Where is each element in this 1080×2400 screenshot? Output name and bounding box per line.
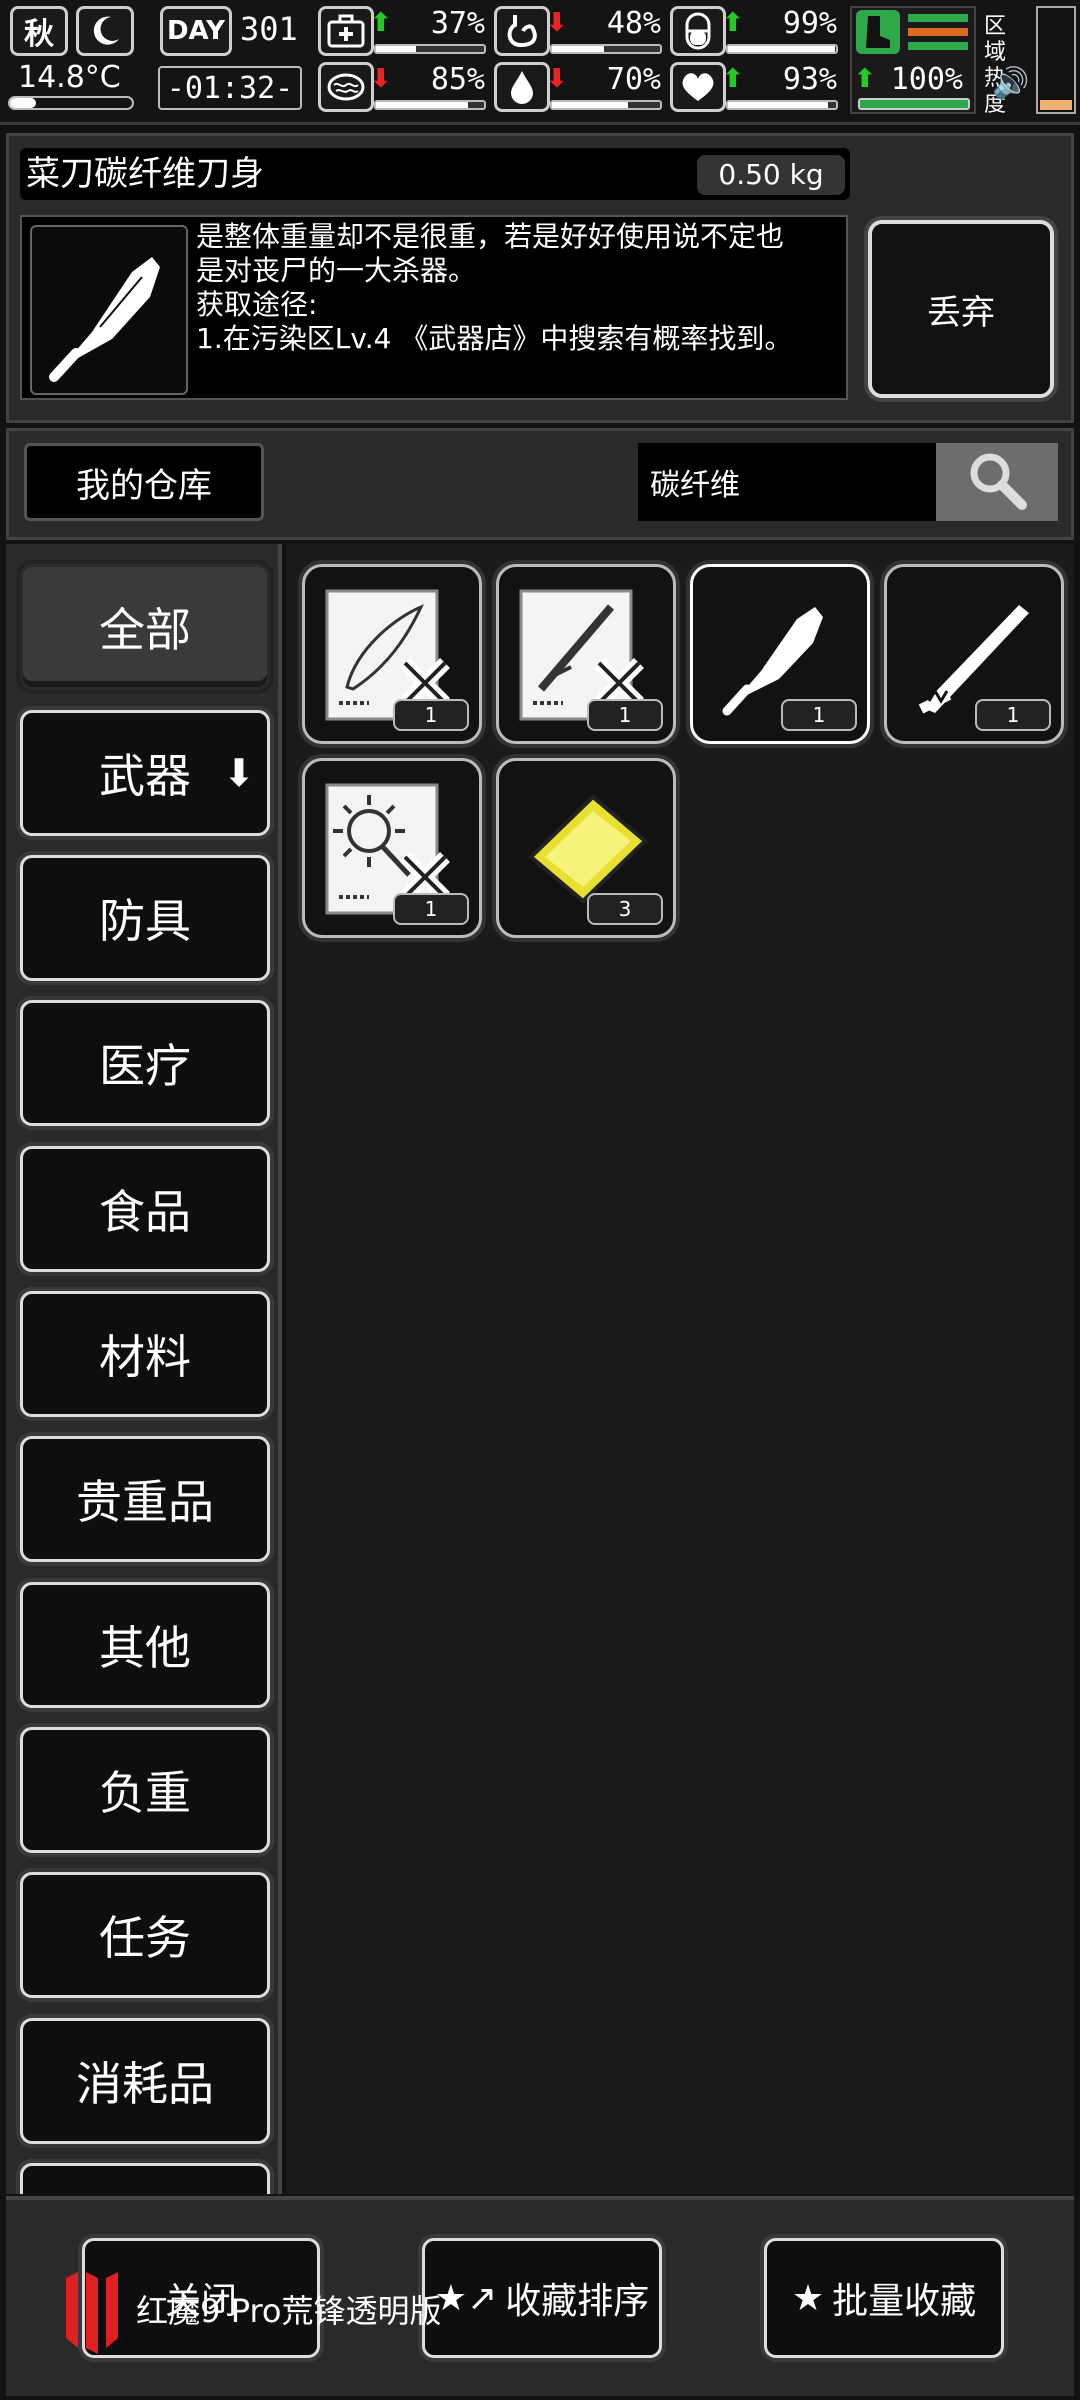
category-weapons[interactable]: 武器 ⬇ (20, 710, 270, 836)
down-arrow-icon: ⬇ (223, 751, 255, 795)
heart-trend-icon: ⬆ (722, 64, 744, 94)
item-count: 1 (393, 893, 469, 925)
stomach-percent: 48% (606, 6, 661, 41)
category-food[interactable]: 食品 (20, 1146, 270, 1272)
day-label: DAY (160, 6, 232, 56)
category-armor[interactable]: 防具 (20, 855, 270, 981)
stamina-stripe-2 (908, 28, 968, 36)
brain-icon (318, 62, 374, 112)
category-all[interactable]: 全部 (20, 564, 270, 690)
temperature: 14.8°C (18, 60, 121, 95)
season-indicator: 秋 (10, 6, 68, 56)
item-count: 3 (587, 893, 663, 925)
favorite-sort-label: 收藏排序 (505, 2281, 650, 2322)
water-bar (550, 100, 662, 110)
item-name: 菜刀碳纤维刀身 (26, 154, 264, 194)
health-percent: 37% (430, 6, 485, 41)
heart-bar (726, 100, 838, 110)
season-label: 秋 (24, 17, 54, 52)
heart-percent: 93% (782, 62, 837, 97)
description-line: 是整体重量却不是很重，若是好好使用说不定也 (196, 220, 785, 253)
water-percent: 70% (606, 62, 661, 97)
boot-icon (856, 10, 900, 54)
grid-item-gold-plate[interactable]: 3 (496, 758, 676, 938)
grid-item-cleaver[interactable]: 1 (690, 564, 870, 744)
my-warehouse-button[interactable]: 我的仓库 (24, 443, 264, 521)
item-thumbnail (30, 225, 188, 395)
day-counter: 301 (240, 10, 298, 48)
item-description: 是整体重量却不是很重，若是好好使用说不定也 是对丧尸的一大杀器。 获取途径: 1… (196, 220, 841, 356)
drop-button[interactable]: 丢弃 (868, 220, 1054, 398)
sort-star-icon: ★↗ (434, 2277, 498, 2319)
region-heat-meter (1036, 6, 1076, 114)
category-valuables[interactable]: 贵重品 (20, 1436, 270, 1562)
item-grid: 1 1 1 1 1 3 (286, 544, 1074, 2194)
stomach-icon (494, 6, 550, 56)
category-medical[interactable]: 医疗 (20, 1000, 270, 1126)
batch-favorite-button[interactable]: ★ 批量收藏 (764, 2238, 1004, 2358)
star-icon: ★ (791, 2277, 825, 2319)
mood-trend-icon: ⬆ (722, 8, 744, 38)
category-sidebar: 全部 武器 ⬇ 防具 医疗 食品 材料 贵重品 其他 负重 任务 消耗品 (6, 544, 282, 2194)
search-icon (970, 453, 1027, 510)
item-weight: 0.50 kg (697, 155, 845, 195)
stamina-percent: 100% (890, 62, 963, 97)
health-trend-icon: ⬆ (370, 8, 392, 38)
category-other[interactable]: 其他 (20, 1582, 270, 1708)
thermometer-icon (8, 96, 134, 110)
stomach-bar (550, 44, 662, 54)
brain-percent: 85% (430, 62, 485, 97)
water-trend-icon: ⬇ (546, 64, 568, 94)
water-icon (494, 62, 550, 112)
health-bar (374, 44, 486, 54)
mood-percent: 99% (782, 6, 837, 41)
category-load[interactable]: 负重 (20, 1727, 270, 1853)
batch-favorite-label: 批量收藏 (832, 2281, 977, 2322)
search-button[interactable] (936, 443, 1058, 521)
device-watermark: 红魔9 Pro荒锋透明版 (56, 2268, 441, 2358)
category-more[interactable] (20, 2163, 270, 2194)
item-count: 1 (975, 699, 1051, 731)
clock: -01:32- (158, 66, 302, 110)
red-magic-logo-icon (66, 2272, 118, 2354)
grid-item-mace-blueprint[interactable]: 1 (302, 758, 482, 938)
description-line: 1.在污染区Lv.4 《武器店》中搜索有概率找到。 (196, 322, 793, 355)
cleaver-icon (49, 257, 160, 382)
item-count: 1 (587, 699, 663, 731)
category-consumables[interactable]: 消耗品 (20, 2018, 270, 2144)
stamina-bar (858, 98, 970, 110)
search-input[interactable] (638, 443, 938, 521)
grid-item-long-blade[interactable]: 1 (884, 564, 1064, 744)
item-count: 1 (781, 699, 857, 731)
brain-trend-icon: ⬇ (370, 64, 392, 94)
description-line: 获取途径: (196, 288, 318, 321)
first-aid-icon (318, 6, 374, 56)
stamina-stripe-1 (908, 14, 968, 22)
brain-bar (374, 100, 486, 110)
speaker-icon[interactable]: 🔊 (992, 66, 1029, 101)
capsule-icon (670, 6, 726, 56)
grid-item-rifle-blueprint[interactable]: 1 (496, 564, 676, 744)
favorite-sort-button[interactable]: ★↗ 收藏排序 (422, 2238, 662, 2358)
description-line: 是对丧尸的一大杀器。 (196, 254, 477, 287)
stamina-stripe-3 (908, 42, 968, 50)
mood-bar (726, 44, 838, 54)
category-quest[interactable]: 任务 (20, 1872, 270, 1998)
stomach-trend-icon: ⬇ (546, 8, 568, 38)
grid-item-leaf-blade-blueprint[interactable]: 1 (302, 564, 482, 744)
item-count: 1 (393, 699, 469, 731)
category-materials[interactable]: 材料 (20, 1291, 270, 1417)
heart-icon (670, 62, 726, 112)
moon-icon (76, 6, 134, 56)
